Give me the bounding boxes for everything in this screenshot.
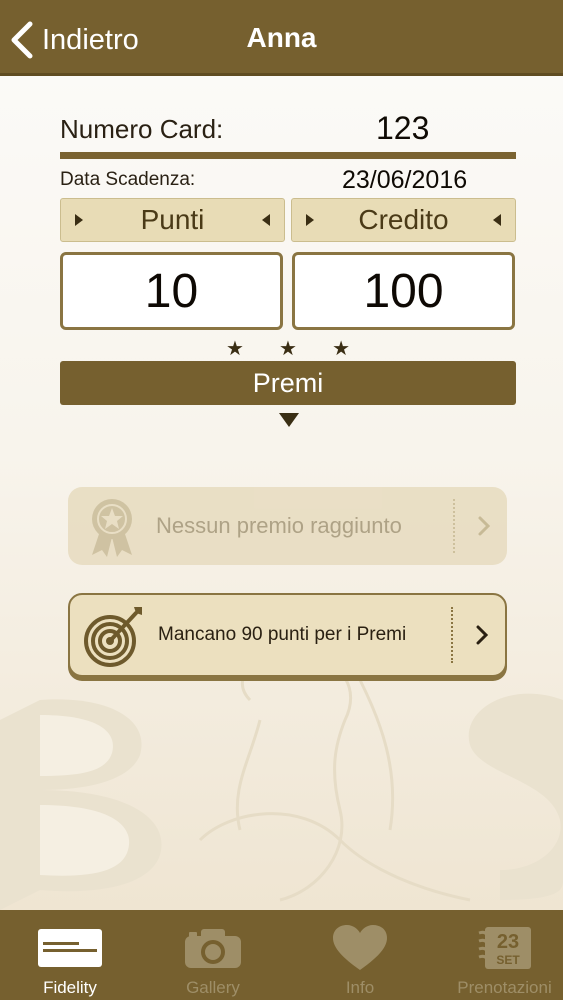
triangle-left-icon: [262, 214, 270, 226]
rewards-bar[interactable]: Premi: [60, 361, 516, 405]
target-arrow-icon: [84, 607, 142, 667]
camera-icon: [185, 929, 241, 968]
points-missing-text-wrap: Mancano 90 punti per i Premi: [158, 595, 433, 675]
triangle-right-icon: [306, 214, 314, 226]
divider: [60, 152, 516, 159]
page-title: Anna: [246, 22, 317, 53]
tab-gallery[interactable]: Gallery: [143, 910, 283, 1000]
tab-fidelity[interactable]: Fidelity: [0, 910, 140, 1000]
points-missing-panel[interactable]: Mancano 90 punti per i Premi: [68, 593, 507, 677]
ribbon-award-icon: [92, 499, 132, 557]
tab-fidelity-label: Fidelity: [43, 978, 97, 997]
tab-booking[interactable]: 23 SET Prenotazioni: [446, 910, 563, 1000]
triangle-down-icon: [279, 413, 299, 427]
star-icon: ★: [226, 338, 244, 360]
card-number-row: Numero Card: 123: [60, 110, 516, 152]
tab-credit-label: Credito: [358, 204, 449, 235]
chevron-right-icon: [476, 625, 489, 645]
calendar-day: 23: [496, 931, 518, 953]
expiry-value: 23/06/2016: [342, 166, 468, 194]
tab-info-label: Info: [345, 978, 375, 997]
separator: [453, 499, 455, 553]
points-value-box: 10: [60, 252, 283, 330]
star-icon: ★: [279, 338, 297, 360]
tab-bar: Fidelity Gallery Info 23 SET Prenotazion…: [0, 910, 563, 1000]
triangle-right-icon: [75, 214, 83, 226]
triangle-left-icon: [493, 214, 501, 226]
separator: [451, 607, 453, 663]
chevron-right-icon: [478, 516, 491, 536]
credit-value-box: 100: [292, 252, 515, 330]
points-missing-text: Mancano 90 punti per i Premi: [158, 624, 407, 645]
tab-points-label: Punti: [140, 204, 205, 235]
tab-info[interactable]: Info: [290, 910, 430, 1000]
no-reward-text-wrap: Nessun premio raggiunto: [156, 487, 435, 565]
heart-icon: [333, 925, 387, 970]
card-number-label: Numero Card:: [60, 114, 224, 144]
calendar-icon: 23 SET: [478, 927, 531, 969]
expiry-label: Data Scadenza:: [60, 169, 196, 190]
card-number-value: 123: [376, 110, 430, 146]
points-value: 10: [144, 264, 199, 318]
no-reward-panel[interactable]: Nessun premio raggiunto: [68, 487, 507, 565]
tab-credit[interactable]: Credito: [291, 198, 516, 242]
tab-booking-label: Prenotazioni: [457, 978, 552, 997]
watermark-logo: [0, 660, 563, 910]
expiry-row: Data Scadenza: 23/06/2016: [60, 166, 516, 194]
calendar-month: SET: [496, 953, 520, 967]
nav-bar: Indietro Anna: [0, 0, 563, 76]
star-icon: ★: [332, 338, 350, 360]
tab-gallery-label: Gallery: [186, 978, 240, 997]
stars-decoration: ★ ★ ★: [226, 336, 350, 361]
no-reward-text: Nessun premio raggiunto: [156, 513, 402, 538]
rewards-label: Premi: [252, 367, 324, 398]
card-icon: [38, 929, 102, 967]
credit-value: 100: [363, 264, 444, 318]
tab-points[interactable]: Punti: [60, 198, 285, 242]
